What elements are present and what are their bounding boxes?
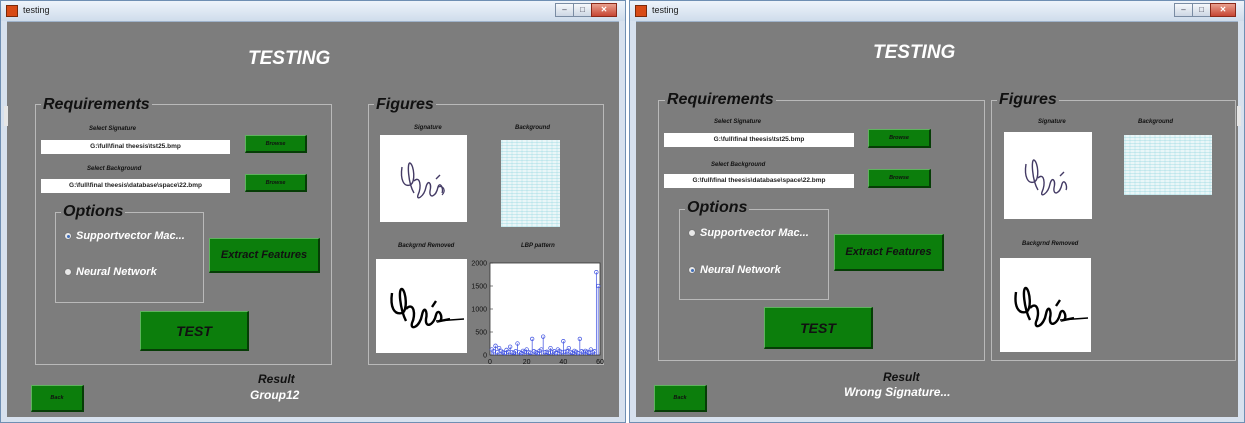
result-label: Result xyxy=(258,372,295,386)
select-signature-label: Select Signature xyxy=(89,126,137,132)
minimize-icon[interactable]: – xyxy=(555,3,574,17)
requirements-title: Requirements xyxy=(41,96,152,114)
background-texture xyxy=(501,140,560,227)
close-icon[interactable]: ✕ xyxy=(1210,3,1236,17)
browse-signature-button[interactable]: Browse xyxy=(868,129,931,148)
radio-svm[interactable]: Supportvector Mac... xyxy=(688,227,809,239)
browse-signature-button[interactable]: Browse xyxy=(245,135,307,153)
radio-svm-indicator[interactable] xyxy=(688,229,696,237)
radio-nn-indicator[interactable] xyxy=(64,268,72,276)
x-tick-label-2: 40 xyxy=(559,359,567,366)
browse-background-button[interactable]: Browse xyxy=(245,174,307,192)
select-signature-label: Select Signature xyxy=(714,119,762,125)
scrollbar[interactable] xyxy=(1237,106,1241,126)
caption-buttons: – □ ✕ xyxy=(555,3,619,18)
window-frame-left xyxy=(1,21,7,422)
page-title: TESTING xyxy=(248,48,331,69)
background-removed-label: Backgrnd Removed xyxy=(398,243,455,249)
lbp-pattern-chart: 0 500 1000 1500 2000 0 20 40 60 xyxy=(471,261,604,367)
signature-drawing xyxy=(1024,159,1068,196)
signature-drawing xyxy=(400,162,445,199)
window-frame-left xyxy=(630,21,636,422)
window-frame-right xyxy=(1238,21,1244,422)
radio-nn-label: Neural Network xyxy=(700,264,781,276)
window-title: testing xyxy=(23,5,50,15)
test-button[interactable]: TEST xyxy=(140,311,249,351)
y-tick-label-4: 2000 xyxy=(471,261,487,268)
x-tick-label-1: 20 xyxy=(523,359,531,366)
radio-svm-label: Supportvector Mac... xyxy=(76,230,185,242)
back-button[interactable]: Back xyxy=(31,385,84,412)
options-panel xyxy=(55,212,204,303)
y-tick-label-2: 1000 xyxy=(471,307,487,314)
select-background-label: Select Background xyxy=(711,162,766,168)
extract-features-button[interactable]: Extract Features xyxy=(209,238,320,273)
signature-image-label: Signature xyxy=(1038,119,1066,125)
browse-background-button[interactable]: Browse xyxy=(868,169,931,188)
radio-neural-network[interactable]: Neural Network xyxy=(688,264,781,276)
result-label: Result xyxy=(883,370,920,384)
test-button[interactable]: TEST xyxy=(764,307,873,349)
caption-buttons: – □ ✕ xyxy=(1174,3,1238,18)
background-image xyxy=(501,140,560,227)
binarized-signature-drawing xyxy=(390,287,465,329)
options-panel xyxy=(679,209,829,300)
background-texture xyxy=(1124,135,1212,195)
x-tick-label-3: 60 xyxy=(596,359,604,366)
maximize-icon[interactable]: □ xyxy=(1192,3,1211,17)
background-path-field[interactable]: G:\full\final theesis\database\space\22.… xyxy=(664,174,854,188)
figures-title: Figures xyxy=(997,91,1059,109)
signature-image xyxy=(1004,132,1092,219)
result-value: Group12 xyxy=(250,388,300,402)
maximize-icon[interactable]: □ xyxy=(573,3,592,17)
y-tick-label-1: 500 xyxy=(475,330,487,337)
x-tick-label-0: 0 xyxy=(488,359,492,366)
page-title: TESTING xyxy=(873,42,956,63)
radio-svm-label: Supportvector Mac... xyxy=(700,227,809,239)
signature-image-label: Signature xyxy=(414,125,442,131)
figures-title: Figures xyxy=(374,96,436,114)
binarized-signature-drawing xyxy=(1014,286,1089,328)
lbp-chart-title: LBP pattern xyxy=(521,243,555,249)
background-removed-label: Backgrnd Removed xyxy=(1022,241,1079,247)
y-tick-label-3: 1500 xyxy=(471,284,487,291)
window-frame-bottom xyxy=(630,417,1244,422)
back-button[interactable]: Back xyxy=(654,385,707,412)
extract-features-button[interactable]: Extract Features xyxy=(834,234,944,271)
window-frame-bottom xyxy=(1,417,625,422)
background-image-label: Background xyxy=(1138,119,1174,125)
y-tick-label-0: 0 xyxy=(483,353,487,360)
background-path-field[interactable]: G:\full\final theesis\database\space\22.… xyxy=(41,179,230,193)
background-removed-image xyxy=(1000,258,1091,352)
select-background-label: Select Background xyxy=(87,166,142,172)
radio-svm[interactable]: Supportvector Mac... xyxy=(64,230,185,242)
app-icon xyxy=(635,5,647,17)
testing-window-left: testing – □ ✕ TESTING Requirements Selec… xyxy=(0,0,626,423)
background-image xyxy=(1124,135,1212,195)
window-title: testing xyxy=(652,5,679,15)
signature-path-field[interactable]: G:\full\final theesis\tst25.bmp xyxy=(664,133,854,147)
background-image-label: Background xyxy=(515,125,551,131)
options-title: Options xyxy=(61,203,126,221)
result-value: Wrong Signature... xyxy=(844,385,951,399)
radio-svm-indicator[interactable] xyxy=(64,232,72,240)
radio-neural-network[interactable]: Neural Network xyxy=(64,266,157,278)
radio-nn-indicator[interactable] xyxy=(688,266,696,274)
close-icon[interactable]: ✕ xyxy=(591,3,617,17)
background-removed-image xyxy=(376,259,467,353)
minimize-icon[interactable]: – xyxy=(1174,3,1193,17)
signature-path-field[interactable]: G:\full\final theesis\tst25.bmp xyxy=(41,140,230,154)
radio-nn-label: Neural Network xyxy=(76,266,157,278)
scrollbar[interactable] xyxy=(4,106,8,126)
title-bar[interactable]: testing – □ ✕ xyxy=(1,1,625,22)
plot-frame xyxy=(489,262,601,356)
testing-window-right: testing – □ ✕ TESTING Requirements Selec… xyxy=(629,0,1245,423)
signature-image xyxy=(380,135,467,222)
window-frame-right xyxy=(619,21,625,422)
options-title: Options xyxy=(685,199,750,217)
app-icon xyxy=(6,5,18,17)
title-bar[interactable]: testing – □ ✕ xyxy=(630,1,1244,22)
requirements-title: Requirements xyxy=(665,91,776,109)
